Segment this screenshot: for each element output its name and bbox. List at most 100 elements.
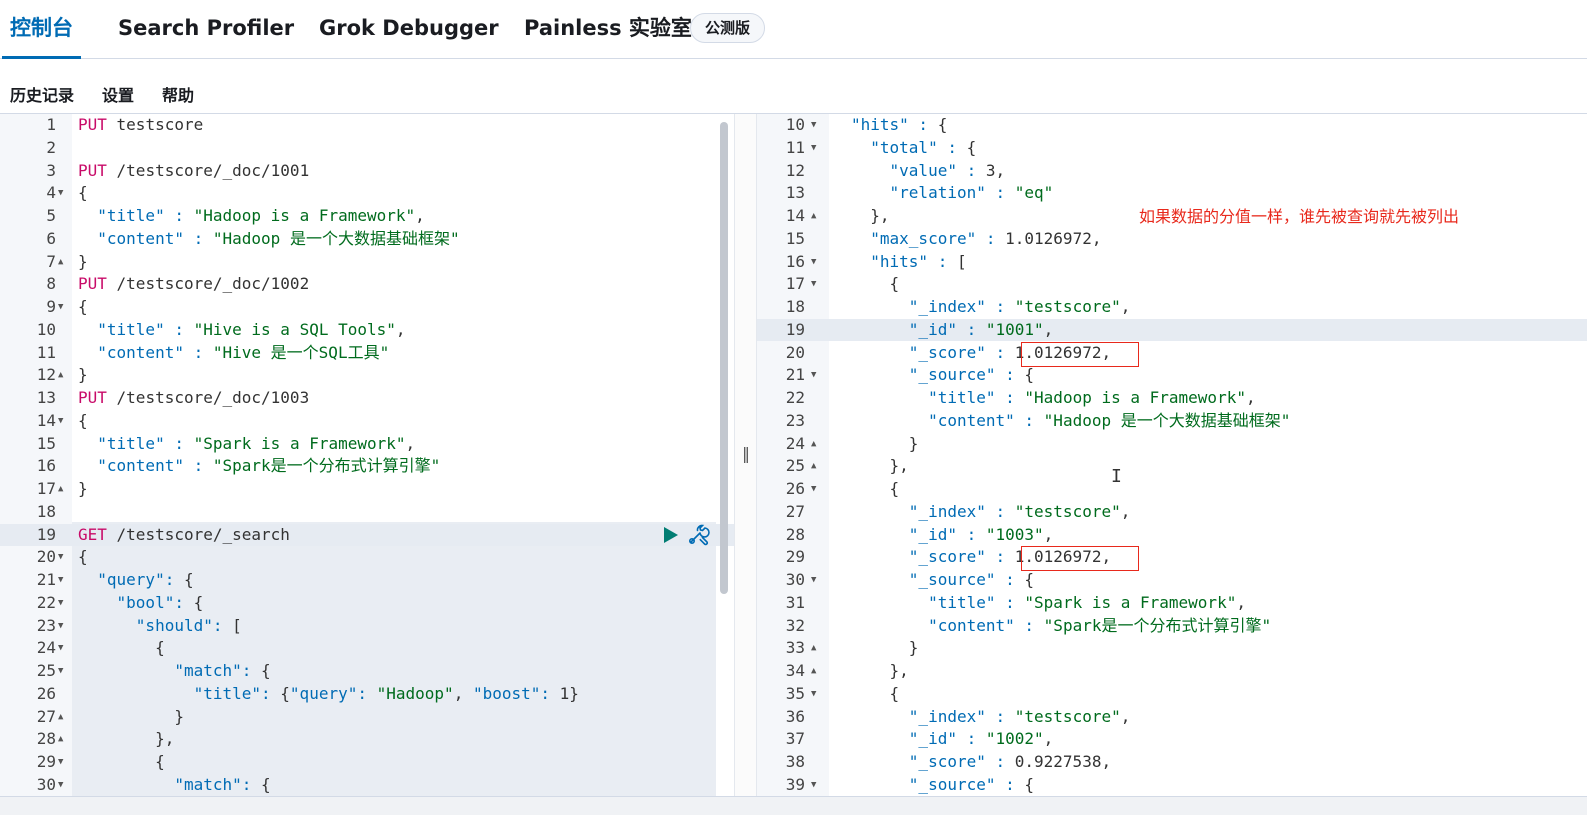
response-line[interactable]: 38 "_score" : 0.9227538, [757, 751, 1587, 774]
response-line[interactable]: 39 ▼ "_source" : { [757, 774, 1587, 796]
response-line[interactable]: 20 "_score" : 1.0126972, [757, 342, 1587, 365]
request-line[interactable]: 15 "title" : "Spark is a Framework", [0, 433, 734, 456]
request-line[interactable]: 27 ▲ } [0, 706, 734, 729]
response-line[interactable]: 22 "title" : "Hadoop is a Framework", [757, 387, 1587, 410]
request-line[interactable]: 8 PUT /testscore/_doc/1002 [0, 273, 734, 296]
request-line[interactable]: 30 ▼ "match": { [0, 774, 734, 796]
resize-handle-icon[interactable]: ‖ [742, 444, 750, 463]
request-line[interactable]: 9 ▼ { [0, 296, 734, 319]
request-line[interactable]: 2 [0, 137, 734, 160]
request-line[interactable]: 26 "title": {"query": "Hadoop", "boost":… [0, 683, 734, 706]
fold-close-icon[interactable]: ▲ [58, 478, 63, 501]
help-link[interactable]: 帮助 [162, 82, 194, 106]
request-line[interactable]: 29 ▼ { [0, 751, 734, 774]
fold-close-icon[interactable]: ▲ [811, 433, 816, 456]
response-line[interactable]: 31 "title" : "Spark is a Framework", [757, 592, 1587, 615]
fold-open-icon[interactable]: ▼ [58, 296, 63, 319]
response-line[interactable]: 28 "_id" : "1003", [757, 524, 1587, 547]
fold-open-icon[interactable]: ▼ [811, 251, 816, 274]
request-line[interactable]: 23 ▼ "should": [ [0, 615, 734, 638]
fold-open-icon[interactable]: ▼ [58, 660, 63, 683]
fold-close-icon[interactable]: ▲ [811, 455, 816, 478]
pane-resizer[interactable]: ‖ [734, 114, 757, 796]
settings-link[interactable]: 设置 [102, 82, 134, 106]
request-line[interactable]: 25 ▼ "match": { [0, 660, 734, 683]
request-line[interactable]: 28 ▲ }, [0, 728, 734, 751]
request-line[interactable]: 22 ▼ "bool": { [0, 592, 734, 615]
fold-open-icon[interactable]: ▼ [811, 774, 816, 796]
response-line[interactable]: 34 ▲ }, [757, 660, 1587, 683]
response-line[interactable]: 25 ▲ }, [757, 455, 1587, 478]
response-line[interactable]: 19 "_id" : "1001", [757, 318, 1587, 342]
request-line[interactable]: 17 ▲} [0, 478, 734, 501]
fold-open-icon[interactable]: ▼ [811, 273, 816, 296]
fold-close-icon[interactable]: ▲ [58, 706, 63, 729]
fold-open-icon[interactable]: ▼ [811, 569, 816, 592]
response-line[interactable]: 16 ▼ "hits" : [ [757, 251, 1587, 274]
request-line[interactable]: 1 PUT testscore [0, 114, 734, 137]
fold-open-icon[interactable]: ▼ [58, 774, 63, 796]
request-line[interactable]: 4 ▼ { [0, 182, 734, 205]
fold-open-icon[interactable]: ▼ [58, 410, 63, 433]
response-line[interactable]: 18 "_index" : "testscore", [757, 296, 1587, 319]
response-line[interactable]: 32 "content" : "Spark是一个分布式计算引擎" [757, 615, 1587, 638]
request-line[interactable]: 24 ▼ { [0, 637, 734, 660]
request-editor[interactable]: 1 PUT testscore 2 3 PUT /testscore/_doc/1001… [0, 114, 734, 796]
request-line[interactable]: 3 PUT /testscore/_doc/1001 [0, 160, 734, 183]
fold-open-icon[interactable]: ▼ [58, 182, 63, 205]
tab-grok-debugger[interactable]: Grok Debugger [319, 0, 499, 58]
request-line[interactable]: 18 [0, 501, 734, 524]
fold-close-icon[interactable]: ▲ [811, 660, 816, 683]
response-line[interactable]: 15 "max_score" : 1.0126972, [757, 228, 1587, 251]
response-line[interactable]: 30 ▼ "_source" : { [757, 569, 1587, 592]
fold-open-icon[interactable]: ▼ [58, 546, 63, 569]
response-line[interactable]: 17 ▼ { [757, 273, 1587, 296]
response-line[interactable]: 37 "_id" : "1002", [757, 728, 1587, 751]
request-line[interactable]: 20 ▼ { [0, 546, 734, 569]
fold-open-icon[interactable]: ▼ [811, 364, 816, 387]
response-line[interactable]: 11 ▼ "total" : { [757, 137, 1587, 160]
request-line[interactable]: 5 "title" : "Hadoop is a Framework", [0, 205, 734, 228]
fold-open-icon[interactable]: ▼ [811, 114, 816, 137]
fold-open-icon[interactable]: ▼ [811, 137, 816, 160]
fold-open-icon[interactable]: ▼ [58, 637, 63, 660]
response-line[interactable]: 10 ▼ "hits" : { [757, 114, 1587, 137]
response-line[interactable]: 33 ▲ } [757, 637, 1587, 660]
fold-open-icon[interactable]: ▼ [58, 592, 63, 615]
response-line[interactable]: 12 "value" : 3, [757, 160, 1587, 183]
fold-close-icon[interactable]: ▲ [811, 637, 816, 660]
response-line[interactable]: 26 ▼ { [757, 478, 1587, 501]
fold-open-icon[interactable]: ▼ [811, 683, 816, 706]
response-line[interactable]: 36 "_index" : "testscore", [757, 706, 1587, 729]
response-line[interactable]: 23 "content" : "Hadoop 是一个大数据基础框架" [757, 410, 1587, 433]
fold-open-icon[interactable]: ▼ [811, 478, 816, 501]
response-line[interactable]: 35 ▼ { [757, 683, 1587, 706]
response-line[interactable]: 29 "_score" : 1.0126972, [757, 546, 1587, 569]
request-scrollbar[interactable] [720, 122, 728, 594]
fold-open-icon[interactable]: ▼ [58, 751, 63, 774]
response-line[interactable]: 21 ▼ "_source" : { [757, 364, 1587, 387]
request-line[interactable]: 14 ▼ { [0, 410, 734, 433]
tab-console[interactable]: 控制台 [2, 0, 81, 59]
request-line[interactable]: 21 ▼ "query": { [0, 569, 734, 592]
request-line[interactable]: 7 ▲} [0, 251, 734, 274]
response-line[interactable]: 13 "relation" : "eq" [757, 182, 1587, 205]
request-line[interactable]: 12 ▲} [0, 364, 734, 387]
request-line[interactable]: 6 "content" : "Hadoop 是一个大数据基础框架" [0, 228, 734, 251]
fold-close-icon[interactable]: ▲ [811, 205, 816, 228]
tab-search-profiler[interactable]: Search Profiler [118, 0, 294, 58]
fold-close-icon[interactable]: ▲ [58, 251, 63, 274]
wrench-icon[interactable] [687, 524, 711, 546]
fold-open-icon[interactable]: ▼ [58, 615, 63, 638]
request-line[interactable]: 16 "content" : "Spark是一个分布式计算引擎" [0, 455, 734, 478]
request-line[interactable]: 11 "content" : "Hive 是一个SQL工具" [0, 342, 734, 365]
request-line[interactable]: 13 PUT /testscore/_doc/1003 [0, 387, 734, 410]
response-line[interactable]: 27 "_index" : "testscore", [757, 501, 1587, 524]
request-line[interactable]: 10 "title" : "Hive is a SQL Tools", [0, 319, 734, 342]
fold-close-icon[interactable]: ▲ [58, 364, 63, 387]
history-link[interactable]: 历史记录 [10, 82, 74, 106]
response-line[interactable]: 24 ▲ } [757, 433, 1587, 456]
fold-open-icon[interactable]: ▼ [58, 569, 63, 592]
fold-close-icon[interactable]: ▲ [58, 728, 63, 751]
tab-painless-lab[interactable]: Painless 实验室 [524, 0, 692, 58]
